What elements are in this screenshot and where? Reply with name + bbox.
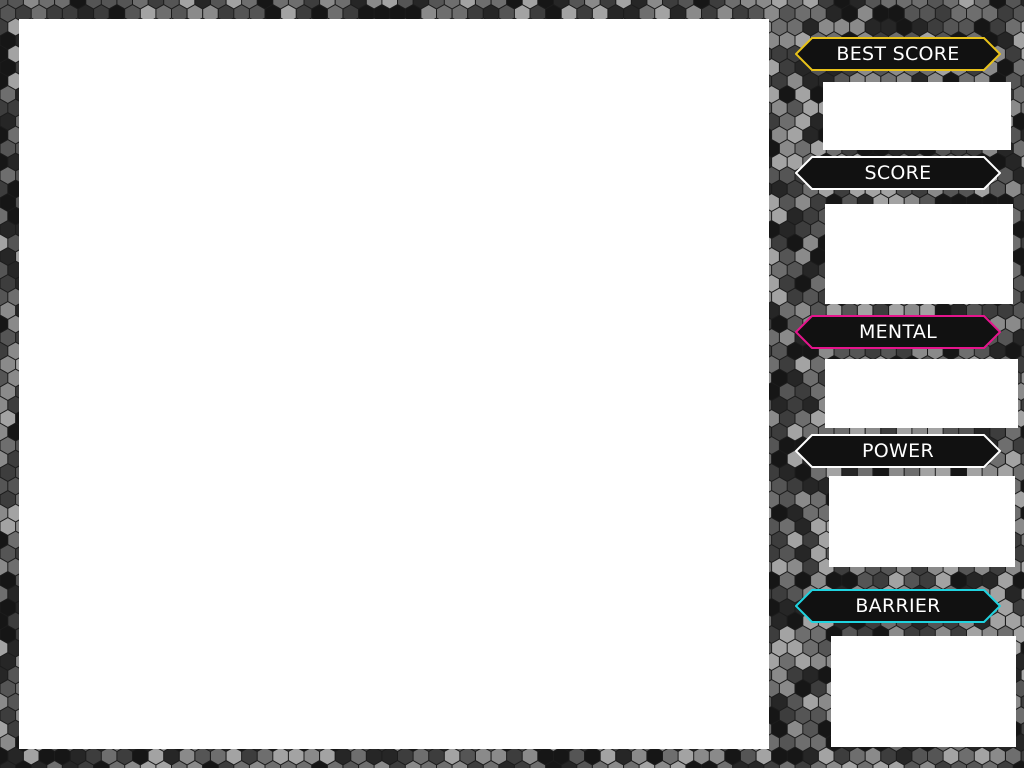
mental-value-panel bbox=[825, 359, 1018, 428]
power-label-plate: POWER bbox=[795, 434, 1001, 468]
best-score-value-panel bbox=[823, 82, 1011, 150]
power-label: POWER bbox=[862, 440, 934, 462]
best-score-label-plate: BEST SCORE bbox=[795, 37, 1001, 71]
score-label: SCORE bbox=[864, 162, 932, 184]
score-label-plate: SCORE bbox=[795, 156, 1001, 190]
mental-label: MENTAL bbox=[858, 321, 938, 343]
best-score-label: BEST SCORE bbox=[836, 43, 960, 65]
score-value-panel bbox=[825, 204, 1013, 304]
barrier-label: BARRIER bbox=[855, 595, 941, 617]
mental-label-plate: MENTAL bbox=[795, 315, 1001, 349]
power-value-panel bbox=[829, 476, 1015, 567]
barrier-value-panel bbox=[831, 636, 1016, 747]
game-playfield[interactable] bbox=[19, 19, 769, 749]
barrier-label-plate: BARRIER bbox=[795, 589, 1001, 623]
